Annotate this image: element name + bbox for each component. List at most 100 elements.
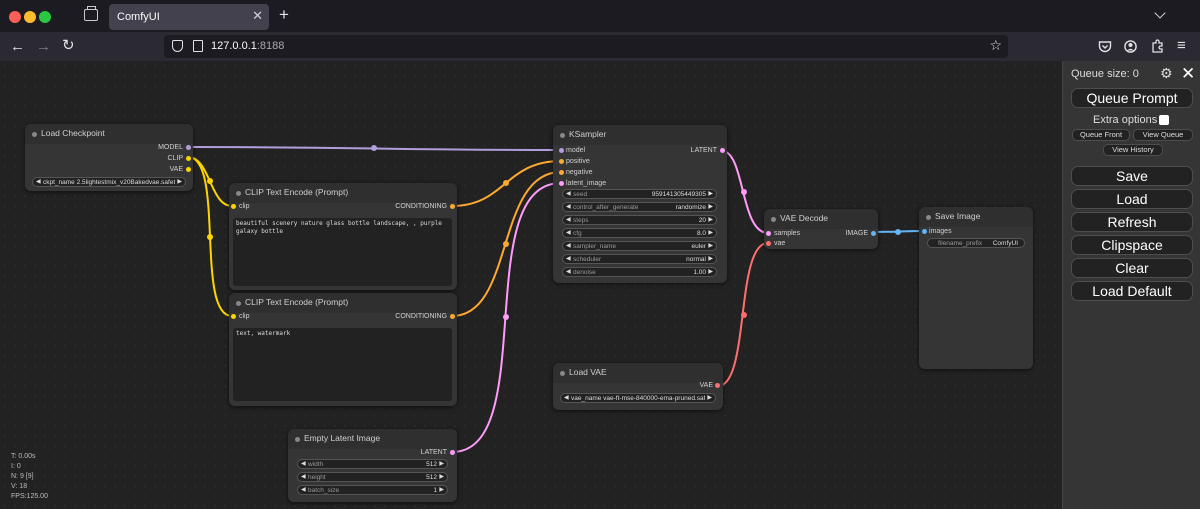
collapse-dot[interactable] [236, 301, 241, 306]
decrement-arrow-icon[interactable]: ◀ [301, 460, 306, 469]
node-title-bar[interactable]: CLIP Text Encode (Prompt) [229, 293, 457, 313]
output-slot-conditioning[interactable] [450, 204, 455, 209]
increment-arrow-icon[interactable]: ▶ [708, 190, 713, 199]
node-vae-decode[interactable]: VAE Decode samples vae IMAGE [764, 209, 878, 249]
window-close-button[interactable] [9, 11, 21, 23]
widget-denoise[interactable]: ◀ denoise 1.00 ▶ [562, 267, 717, 277]
output-slot-latent[interactable] [720, 148, 725, 153]
decrement-arrow-icon[interactable]: ◀ [566, 229, 571, 238]
combo-left-arrow-icon[interactable]: ◀ [564, 394, 569, 403]
widget-width[interactable]: ◀ width 512 ▶ [297, 459, 448, 469]
node-title-bar[interactable]: Save Image [919, 207, 1033, 227]
url-text[interactable]: 127.0.0.1:8188 [211, 40, 284, 52]
widget-sampler-name[interactable]: ◀ sampler_name euler ▶ [562, 241, 717, 251]
window-minimize-button[interactable] [24, 11, 36, 23]
node-load-checkpoint[interactable]: Load Checkpoint MODEL CLIP VAE ◀ ckpt_na… [25, 124, 193, 191]
load-default-button[interactable]: Load Default [1071, 281, 1193, 301]
node-save-image[interactable]: Save Image images filename_prefix ComfyU… [919, 207, 1033, 369]
node-empty-latent-image[interactable]: Empty Latent Image LATENT ◀ width 512 ▶ … [288, 429, 457, 502]
widget-control-after-generate[interactable]: ◀ control_after_generate randomize ▶ [562, 202, 717, 212]
widget-cfg[interactable]: ◀ cfg 8.0 ▶ [562, 228, 717, 238]
input-slot-positive[interactable] [559, 159, 564, 164]
widget-filename-prefix[interactable]: filename_prefix ComfyUI [927, 238, 1025, 248]
new-tab-icon[interactable]: + [279, 5, 289, 25]
pocket-icon[interactable] [1098, 40, 1112, 53]
bookmark-star-icon[interactable]: ☆ [989, 37, 1002, 54]
node-clip-text-encode-negative[interactable]: CLIP Text Encode (Prompt) clip CONDITION… [229, 293, 457, 406]
collapse-dot[interactable] [771, 217, 776, 222]
increment-arrow-icon[interactable]: ▶ [439, 473, 444, 482]
widget-batch-size[interactable]: ◀ batch_size 1 ▶ [297, 485, 448, 495]
node-load-vae[interactable]: Load VAE VAE ◀ vae_name vae-ft-mse-84000… [553, 363, 723, 410]
decrement-arrow-icon[interactable]: ◀ [566, 255, 571, 264]
queue-prompt-button[interactable]: Queue Prompt [1071, 88, 1193, 108]
browser-tab-comfyui[interactable]: ComfyUI ✕ [109, 4, 269, 30]
increment-arrow-icon[interactable]: ▶ [439, 486, 444, 495]
output-slot-conditioning[interactable] [450, 314, 455, 319]
collapse-dot[interactable] [560, 371, 565, 376]
settings-gear-icon[interactable]: ⚙ [1160, 65, 1173, 82]
clipspace-button[interactable]: Clipspace [1071, 235, 1193, 255]
input-slot-samples[interactable] [766, 231, 771, 236]
input-slot-model[interactable] [559, 148, 564, 153]
queue-front-button[interactable]: Queue Front [1072, 129, 1130, 141]
output-slot-image[interactable] [871, 231, 876, 236]
output-slot-vae[interactable] [186, 167, 191, 172]
node-title-bar[interactable]: VAE Decode [764, 209, 878, 229]
decrement-arrow-icon[interactable]: ◀ [566, 242, 571, 251]
increment-arrow-icon[interactable]: ▶ [708, 203, 713, 212]
tab-groups-icon[interactable] [84, 6, 98, 21]
decrement-arrow-icon[interactable]: ◀ [566, 216, 571, 225]
input-slot-latent-image[interactable] [559, 181, 564, 186]
input-slot-negative[interactable] [559, 170, 564, 175]
menu-close-icon[interactable]: ✕ [1181, 64, 1195, 84]
decrement-arrow-icon[interactable]: ◀ [301, 473, 306, 482]
view-history-button[interactable]: View History [1103, 144, 1163, 156]
vae-name-combo[interactable]: ◀ vae_name vae-ft-mse-840000-ema-pruned.… [560, 393, 716, 403]
node-ksampler[interactable]: KSampler model positive negative latent_… [553, 125, 727, 283]
tab-close-icon[interactable]: ✕ [252, 8, 263, 24]
reload-icon[interactable]: ↻ [62, 38, 75, 53]
node-title-bar[interactable]: Load VAE [553, 363, 723, 383]
combo-right-arrow-icon[interactable]: ▶ [707, 394, 712, 403]
tab-list-chevron-icon[interactable] [1154, 7, 1166, 19]
increment-arrow-icon[interactable]: ▶ [708, 242, 713, 251]
output-slot-vae[interactable] [715, 383, 720, 388]
account-icon[interactable] [1124, 40, 1137, 53]
extensions-puzzle-icon[interactable] [1151, 39, 1164, 53]
node-title-bar[interactable]: CLIP Text Encode (Prompt) [229, 183, 457, 203]
collapse-dot[interactable] [32, 132, 37, 137]
increment-arrow-icon[interactable]: ▶ [708, 268, 713, 277]
refresh-button[interactable]: Refresh [1071, 212, 1193, 232]
node-title-bar[interactable]: KSampler [553, 125, 727, 145]
node-clip-text-encode-positive[interactable]: CLIP Text Encode (Prompt) clip CONDITION… [229, 183, 457, 290]
widget-steps[interactable]: ◀ steps 20 ▶ [562, 215, 717, 225]
decrement-arrow-icon[interactable]: ◀ [566, 268, 571, 277]
collapse-dot[interactable] [295, 437, 300, 442]
increment-arrow-icon[interactable]: ▶ [708, 229, 713, 238]
node-title-bar[interactable]: Load Checkpoint [25, 124, 193, 144]
extra-options-checkbox[interactable] [1159, 115, 1169, 125]
decrement-arrow-icon[interactable]: ◀ [566, 190, 571, 199]
address-bar[interactable]: 127.0.0.1:8188 ☆ [164, 35, 1008, 58]
node-title-bar[interactable]: Empty Latent Image [288, 429, 457, 449]
output-slot-latent[interactable] [450, 450, 455, 455]
window-maximize-button[interactable] [39, 11, 51, 23]
tracking-shield-icon[interactable] [172, 40, 183, 52]
forward-arrow-icon[interactable]: → [36, 39, 51, 54]
page-info-icon[interactable] [193, 40, 203, 52]
collapse-dot[interactable] [926, 215, 931, 220]
increment-arrow-icon[interactable]: ▶ [708, 216, 713, 225]
decrement-arrow-icon[interactable]: ◀ [566, 203, 571, 212]
input-slot-vae[interactable] [766, 241, 771, 246]
widget-scheduler[interactable]: ◀ scheduler normal ▶ [562, 254, 717, 264]
decrement-arrow-icon[interactable]: ◀ [301, 486, 306, 495]
node-graph-canvas[interactable]: Load Checkpoint MODEL CLIP VAE ◀ ckpt_na… [0, 61, 1062, 509]
clear-button[interactable]: Clear [1071, 258, 1193, 278]
output-slot-model[interactable] [186, 145, 191, 150]
output-slot-clip[interactable] [186, 156, 191, 161]
combo-left-arrow-icon[interactable]: ◀ [36, 178, 41, 187]
collapse-dot[interactable] [560, 133, 565, 138]
prompt-textarea[interactable]: beautiful scenery nature glass bottle la… [233, 218, 452, 286]
increment-arrow-icon[interactable]: ▶ [708, 255, 713, 264]
